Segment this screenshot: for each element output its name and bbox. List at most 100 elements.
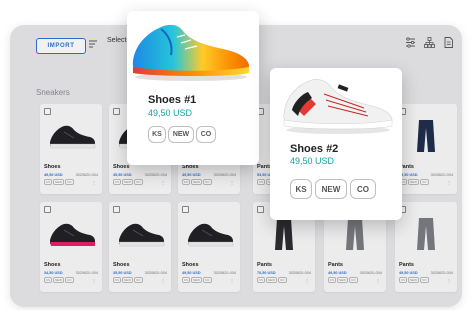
select-checkbox[interactable] xyxy=(182,206,189,213)
product-code: 3020620-004 xyxy=(288,271,311,275)
product-code: 3020620-004 xyxy=(359,271,382,275)
product-card[interactable]: Shoes 49,50 USD 3020620-004 KS NEW CO ⋮ xyxy=(178,202,240,292)
more-options-icon[interactable]: ⋮ xyxy=(92,180,96,185)
select-checkbox[interactable] xyxy=(113,108,120,115)
product-name: Shoes xyxy=(44,164,61,170)
product-tags: KSNEWCO xyxy=(399,277,429,283)
product-price: 34,50 USD xyxy=(44,271,63,275)
product-card[interactable]: Shoes 35,50 USD 3020620-004 KS NEW CO ⋮ xyxy=(109,202,171,292)
tag-new[interactable]: NEW xyxy=(122,179,134,185)
tag-new[interactable]: NEW xyxy=(122,277,134,283)
product-card[interactable]: Pants49,50 USD3020620-004KSNEWCO⋮ xyxy=(395,202,457,292)
more-options-icon[interactable]: ⋮ xyxy=(161,180,165,185)
tag-ks[interactable]: KS xyxy=(328,277,337,283)
popup-1-tags: KS NEW CO xyxy=(148,126,216,143)
sliders-icon[interactable] xyxy=(405,37,416,48)
product-card[interactable]: Shoes 49,50 USD 3020620-004 KS NEW CO ⋮ xyxy=(40,104,102,194)
product-tags: KSNEWCO xyxy=(44,277,74,283)
tag-ks[interactable]: KS xyxy=(44,179,53,185)
more-options-icon[interactable]: ⋮ xyxy=(305,278,309,283)
product-name: Shoes xyxy=(113,164,130,170)
tag-new[interactable]: NEW xyxy=(191,277,203,283)
tag-new[interactable]: NEW xyxy=(315,179,347,199)
tag-ks[interactable]: KS xyxy=(113,277,122,283)
select-checkbox[interactable] xyxy=(257,206,264,213)
tag-co[interactable]: CO xyxy=(134,277,143,283)
import-button[interactable]: IMPORT xyxy=(36,38,86,54)
product-code: 3020620-004 xyxy=(75,271,98,275)
tag-co[interactable]: CO xyxy=(134,179,143,185)
product-price: 49,50 USD xyxy=(328,271,347,275)
select-checkbox[interactable] xyxy=(113,206,120,213)
product-tags: KSNEWCO xyxy=(182,179,212,185)
product-popup-1[interactable]: Shoes #1 49,50 USD KS NEW CO xyxy=(127,11,259,165)
tag-ks[interactable]: KS xyxy=(113,179,122,185)
product-name: Pants xyxy=(399,262,414,268)
more-options-icon[interactable]: ⋮ xyxy=(161,278,165,283)
tag-new[interactable]: NEW xyxy=(168,126,194,143)
product-name: Shoes xyxy=(44,262,61,268)
tag-ks[interactable]: KS xyxy=(182,179,191,185)
product-image xyxy=(275,218,293,250)
tag-new[interactable]: NEW xyxy=(266,277,278,283)
product-tags: KSNEWCO xyxy=(44,179,74,185)
product-popup-2[interactable]: Shoes #2 49,50 USD KS NEW CO xyxy=(270,68,402,220)
product-code: 3020620-004 xyxy=(430,173,453,177)
product-price: 70,50 USD xyxy=(257,271,276,275)
product-image xyxy=(187,223,234,247)
tag-ks[interactable]: KS xyxy=(182,277,191,283)
tag-ks[interactable]: KS xyxy=(399,277,408,283)
popup-1-price: 49,50 USD xyxy=(148,108,193,118)
tag-ks[interactable]: KS xyxy=(257,179,266,185)
product-name: Shoes xyxy=(113,262,130,268)
product-name: Pants xyxy=(257,262,272,268)
tag-ks[interactable]: KS xyxy=(290,179,312,199)
product-card[interactable]: Shoes 34,50 USD 3020620-004 KS NEW CO ⋮ xyxy=(40,202,102,292)
tag-new[interactable]: NEW xyxy=(53,277,65,283)
tag-co[interactable]: CO xyxy=(420,277,429,283)
popup-1-title: Shoes #1 xyxy=(148,94,197,106)
hierarchy-icon[interactable] xyxy=(424,37,435,48)
more-options-icon[interactable]: ⋮ xyxy=(230,180,234,185)
popup-2-price: 49,50 USD xyxy=(290,156,335,166)
popup-2-title: Shoes #2 xyxy=(290,143,339,155)
sneaker-white-red-image xyxy=(283,79,393,134)
more-options-icon[interactable]: ⋮ xyxy=(447,180,451,185)
tag-co[interactable]: CO xyxy=(65,179,74,185)
tag-co[interactable]: CO xyxy=(350,179,376,199)
sort-icon[interactable] xyxy=(88,39,98,49)
tag-ks[interactable]: KS xyxy=(44,277,53,283)
select-label[interactable]: Select xyxy=(107,37,126,44)
tag-ks[interactable]: KS xyxy=(257,277,266,283)
tag-co[interactable]: CO xyxy=(278,277,287,283)
more-options-icon[interactable]: ⋮ xyxy=(230,278,234,283)
tag-co[interactable]: CO xyxy=(203,179,212,185)
sneaker-rainbow-image xyxy=(132,24,249,81)
tag-co[interactable]: CO xyxy=(65,277,74,283)
product-image xyxy=(346,218,364,250)
more-options-icon[interactable]: ⋮ xyxy=(376,278,380,283)
tag-new[interactable]: NEW xyxy=(408,277,420,283)
tag-co[interactable]: CO xyxy=(196,126,216,143)
tag-new[interactable]: NEW xyxy=(408,179,420,185)
product-code: 3020620-004 xyxy=(213,173,236,177)
product-tags: KSNEWCO xyxy=(328,277,358,283)
tag-co[interactable]: CO xyxy=(203,277,212,283)
section-title: Sneakers xyxy=(36,88,70,97)
document-icon[interactable] xyxy=(443,37,454,48)
select-checkbox[interactable] xyxy=(44,108,51,115)
product-card[interactable]: Pants49,50 USD3020620-004KSNEWCO⋮ xyxy=(395,104,457,194)
tag-new[interactable]: NEW xyxy=(53,179,65,185)
product-tags: KSNEWCO xyxy=(257,277,287,283)
more-options-icon[interactable]: ⋮ xyxy=(447,278,451,283)
product-code: 3020620-004 xyxy=(144,271,167,275)
product-name: Pants xyxy=(328,262,343,268)
product-price: 49,50 USD xyxy=(44,173,63,177)
tag-new[interactable]: NEW xyxy=(337,277,349,283)
tag-co[interactable]: CO xyxy=(349,277,358,283)
more-options-icon[interactable]: ⋮ xyxy=(92,278,96,283)
tag-ks[interactable]: KS xyxy=(148,126,166,143)
tag-new[interactable]: NEW xyxy=(191,179,203,185)
tag-co[interactable]: CO xyxy=(420,179,429,185)
select-checkbox[interactable] xyxy=(44,206,51,213)
